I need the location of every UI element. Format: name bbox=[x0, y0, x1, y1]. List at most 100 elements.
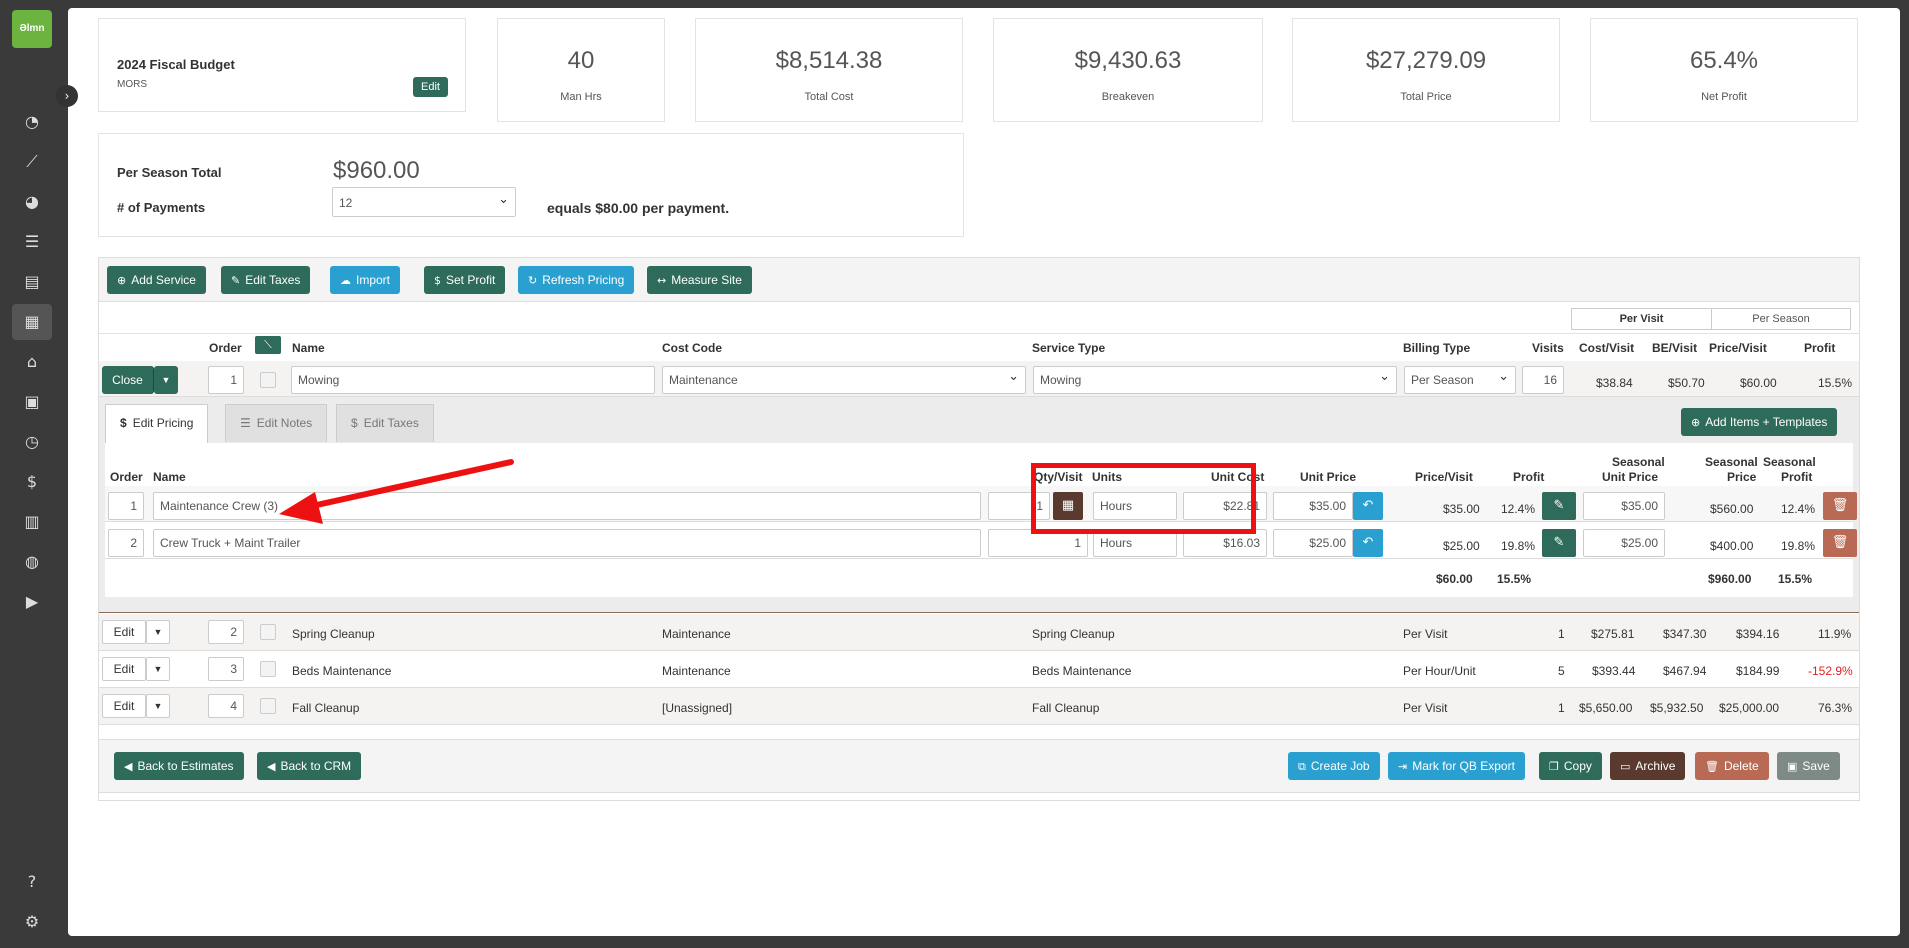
undo-icon[interactable]: ↶ bbox=[1353, 492, 1383, 520]
help-icon[interactable]: ? bbox=[18, 868, 46, 896]
close-service-button[interactable]: Close bbox=[102, 366, 154, 394]
per-visit-toggle[interactable]: Per Visit bbox=[1572, 309, 1712, 329]
stat-label: Net Profit bbox=[1701, 91, 1747, 103]
header-visits: Visits bbox=[1532, 341, 1564, 355]
item-unit-price-input[interactable]: $35.00 bbox=[1273, 492, 1353, 520]
item-seasonal-profit: 12.4% bbox=[1781, 502, 1816, 516]
items-header-profit: Profit bbox=[1513, 470, 1545, 484]
tab-edit-taxes[interactable]: $ Edit Taxes bbox=[336, 404, 434, 442]
set-profit-button[interactable]: $ Set Profit bbox=[424, 266, 506, 294]
delete-button[interactable]: 🗑 Delete bbox=[1695, 752, 1769, 780]
external-link-icon: ⧉ bbox=[1298, 760, 1306, 773]
num-payments-select[interactable]: 12 bbox=[332, 187, 516, 217]
item-order-input[interactable]: 2 bbox=[108, 529, 144, 557]
item-seasonal-profit: 19.8% bbox=[1781, 539, 1816, 553]
cloud-upload-icon: ☁ bbox=[340, 274, 351, 287]
tab-edit-taxes-label: Edit Taxes bbox=[363, 416, 419, 430]
pencil-icon[interactable]: ✎ bbox=[1542, 529, 1576, 557]
quickbooks-icon[interactable]: ◍ bbox=[18, 548, 46, 576]
clock-icon[interactable]: ◷ bbox=[18, 428, 46, 456]
warehouse-icon[interactable]: ⌂ bbox=[18, 348, 46, 376]
item-seasonal-unit-price-input[interactable]: $25.00 bbox=[1583, 529, 1665, 557]
header-order: Order bbox=[209, 341, 242, 355]
mowing-cost-code-select[interactable]: Maintenance bbox=[662, 366, 1026, 394]
tab-edit-notes[interactable]: ☰ Edit Notes bbox=[225, 404, 328, 442]
service-order-input[interactable]: 4 bbox=[208, 694, 244, 718]
select-all-toggle-icon[interactable]: ⟍ bbox=[255, 336, 281, 354]
edit-taxes-button[interactable]: ✎ Edit Taxes bbox=[221, 266, 311, 294]
gear-icon[interactable]: ⚙ bbox=[18, 908, 46, 936]
tab-edit-pricing[interactable]: $ Edit Pricing bbox=[105, 404, 209, 444]
items-total-price-visit: $60.00 bbox=[1436, 572, 1473, 586]
sidebar-collapse-chevron-icon[interactable]: › bbox=[56, 85, 78, 107]
service-billing-type: Per Hour/Unit bbox=[1403, 664, 1476, 678]
edit-dropdown-caret-icon[interactable]: ▼ bbox=[146, 694, 170, 718]
stat-value: $27,279.09 bbox=[1365, 47, 1487, 74]
mowing-service-type-select[interactable]: Mowing bbox=[1033, 366, 1397, 394]
mowing-checkbox[interactable] bbox=[260, 372, 276, 388]
edit-dropdown-caret-icon[interactable]: ▼ bbox=[146, 657, 170, 681]
service-order-input[interactable]: 3 bbox=[208, 657, 244, 681]
clipboard-icon[interactable]: ▤ bbox=[18, 268, 46, 296]
service-cost-code: Maintenance bbox=[662, 627, 731, 641]
invoice-icon[interactable]: $ bbox=[18, 468, 46, 496]
calculator-icon[interactable]: ▦ bbox=[12, 304, 52, 340]
service-order-input[interactable]: 2 bbox=[208, 620, 244, 644]
calendar-icon[interactable]: ▣ bbox=[18, 388, 46, 416]
service-price-visit: $394.16 bbox=[1736, 627, 1780, 641]
item-seasonal-unit-price-input[interactable]: $35.00 bbox=[1583, 492, 1665, 520]
undo-icon[interactable]: ↶ bbox=[1353, 529, 1383, 557]
report-icon[interactable]: ▥ bbox=[18, 508, 46, 536]
import-button[interactable]: ☁ Import bbox=[330, 266, 401, 294]
add-service-button[interactable]: ⊕ Add Service bbox=[107, 266, 206, 294]
close-dropdown-caret-icon[interactable]: ▼ bbox=[154, 366, 178, 394]
tab-edit-pricing-label: Edit Pricing bbox=[132, 416, 194, 430]
refresh-pricing-label: Refresh Pricing bbox=[542, 273, 625, 287]
add-items-templates-button[interactable]: ⊕ Add Items + Templates bbox=[1681, 408, 1838, 436]
mowing-name-input[interactable]: Mowing bbox=[291, 366, 655, 394]
copy-button[interactable]: ❐ Copy bbox=[1539, 752, 1602, 780]
service-visits: 1 bbox=[1558, 627, 1565, 641]
edit-service-button[interactable]: Edit bbox=[102, 657, 146, 681]
list-icon[interactable]: ☰ bbox=[18, 228, 46, 256]
service-checkbox[interactable] bbox=[260, 624, 276, 640]
pencil-icon[interactable]: ✎ bbox=[1542, 492, 1576, 520]
mowing-visits-input[interactable]: 16 bbox=[1522, 366, 1564, 394]
service-billing-type: Per Visit bbox=[1403, 627, 1448, 641]
item-name-input[interactable]: Maintenance Crew (3) bbox=[153, 492, 981, 520]
refresh-pricing-button[interactable]: ↻ Refresh Pricing bbox=[518, 266, 635, 294]
service-name: Spring Cleanup bbox=[292, 627, 375, 641]
notes-icon: ☰ bbox=[240, 416, 251, 430]
measure-site-button[interactable]: ↔ Measure Site bbox=[647, 266, 752, 294]
per-season-label: Per Season Total bbox=[117, 165, 222, 180]
edit-dropdown-caret-icon[interactable]: ▼ bbox=[146, 620, 170, 644]
pie-chart-icon[interactable]: ◕ bbox=[18, 188, 46, 216]
item-unit-price-input[interactable]: $25.00 bbox=[1273, 529, 1353, 557]
per-season-toggle[interactable]: Per Season bbox=[1712, 309, 1850, 329]
service-checkbox[interactable] bbox=[260, 698, 276, 714]
per-season-value: $960.00 bbox=[333, 157, 420, 184]
num-payments-value: 12 bbox=[339, 196, 353, 210]
archive-button[interactable]: ▭ Archive bbox=[1610, 752, 1686, 780]
play-circle-icon[interactable]: ▶ bbox=[18, 588, 46, 616]
edit-service-button[interactable]: Edit bbox=[102, 694, 146, 718]
header-profit: Profit bbox=[1804, 341, 1836, 355]
service-checkbox[interactable] bbox=[260, 661, 276, 677]
archive-label: Archive bbox=[1635, 759, 1676, 773]
item-order-input[interactable]: 1 bbox=[108, 492, 144, 520]
trash-icon[interactable]: 🗑 bbox=[1823, 529, 1857, 557]
budget-edit-button[interactable]: Edit bbox=[413, 77, 448, 97]
back-to-estimates-button[interactable]: ◀ Back to Estimates bbox=[114, 752, 244, 780]
mark-qb-export-button[interactable]: ⇥ Mark for QB Export bbox=[1388, 752, 1525, 780]
create-job-button[interactable]: ⧉ Create Job bbox=[1288, 752, 1380, 780]
mowing-billing-select[interactable]: Per Season bbox=[1404, 366, 1516, 394]
edit-service-button[interactable]: Edit bbox=[102, 620, 146, 644]
item-name-input[interactable]: Crew Truck + Maint Trailer bbox=[153, 529, 981, 557]
dashboard-icon[interactable]: ◔ bbox=[18, 108, 46, 136]
trash-icon[interactable]: 🗑 bbox=[1823, 492, 1857, 520]
chart-line-icon[interactable]: ⟋ bbox=[18, 148, 46, 176]
mowing-order-input[interactable]: 1 bbox=[208, 366, 244, 394]
save-button[interactable]: ▣ Save bbox=[1777, 752, 1840, 780]
back-to-crm-button[interactable]: ◀ Back to CRM bbox=[257, 752, 362, 780]
app-logo[interactable]: Əlmn bbox=[12, 10, 52, 48]
